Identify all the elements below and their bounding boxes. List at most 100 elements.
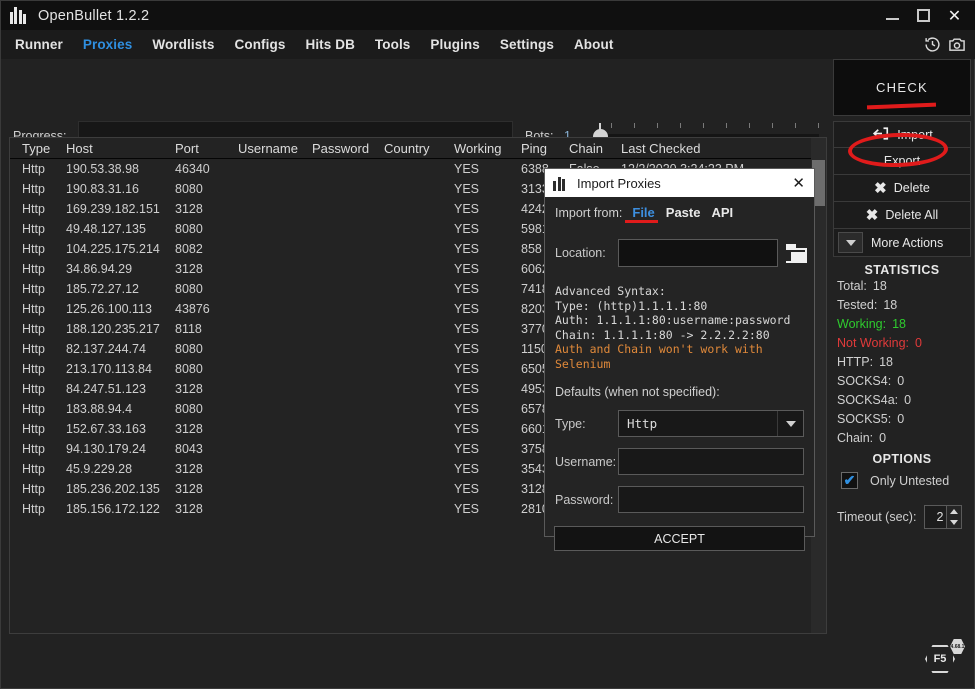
- cell-type: Http: [10, 302, 60, 316]
- stat-value: 0: [897, 374, 904, 388]
- chevron-down-icon[interactable]: [838, 232, 863, 253]
- f5-watermark-logo: F5 4.68.1: [925, 639, 965, 679]
- cell-host: 84.247.51.123: [60, 382, 172, 396]
- dialog-title: Import Proxies: [577, 176, 661, 191]
- delete-all-button[interactable]: ✖ Delete All: [833, 202, 971, 229]
- location-label: Location:: [555, 246, 618, 260]
- cell-working: YES: [451, 442, 518, 456]
- menu-item-about[interactable]: About: [564, 37, 623, 52]
- column-header-ping[interactable]: Ping: [518, 141, 566, 156]
- column-header-password[interactable]: Password: [309, 141, 381, 156]
- cell-host: 185.156.172.122: [60, 502, 172, 516]
- default-username-field: Username:: [545, 448, 814, 475]
- cell-type: Http: [10, 222, 60, 236]
- column-header-host[interactable]: Host: [60, 141, 172, 156]
- column-header-chain[interactable]: Chain: [566, 141, 618, 156]
- dialog-close-button[interactable]: ✕: [792, 176, 805, 191]
- stat-label: HTTP:: [837, 355, 873, 369]
- main-menu-bar: Runner Proxies Wordlists Configs Hits DB…: [1, 30, 975, 59]
- delete-all-button-label: Delete All: [885, 208, 938, 222]
- stat-value: 18: [873, 279, 887, 293]
- menu-item-configs[interactable]: Configs: [225, 37, 296, 52]
- username-label: Username:: [555, 455, 618, 469]
- cell-port: 3128: [172, 482, 235, 496]
- cell-port: 8080: [172, 402, 235, 416]
- cell-port: 46340: [172, 162, 235, 176]
- maximize-button[interactable]: [908, 1, 939, 30]
- watermark-badge-icon: 4.68.1: [950, 639, 965, 654]
- cell-port: 8082: [172, 242, 235, 256]
- cell-host: 169.239.182.151: [60, 202, 172, 216]
- column-header-last-checked[interactable]: Last Checked: [618, 141, 818, 156]
- cell-working: YES: [451, 362, 518, 376]
- stat-label: SOCKS5:: [837, 412, 891, 426]
- import-from-file-option[interactable]: File: [631, 205, 655, 220]
- cross-icon: ✖: [874, 181, 887, 196]
- menu-item-proxies[interactable]: Proxies: [73, 37, 142, 52]
- cell-host: 34.86.94.29: [60, 262, 172, 276]
- cell-working: YES: [451, 262, 518, 276]
- check-button[interactable]: CHECK: [833, 59, 971, 116]
- menu-item-wordlists[interactable]: Wordlists: [142, 37, 224, 52]
- stat-label: Total:: [837, 279, 867, 293]
- menu-item-runner[interactable]: Runner: [5, 37, 73, 52]
- menu-item-tools[interactable]: Tools: [365, 37, 421, 52]
- import-from-paste-option[interactable]: Paste: [665, 205, 702, 220]
- column-header-port[interactable]: Port: [172, 141, 235, 156]
- chevron-down-icon[interactable]: [777, 411, 803, 436]
- cell-port: 3128: [172, 262, 235, 276]
- window-title: OpenBullet 1.2.2: [38, 8, 149, 24]
- stat-socks4: SOCKS4: 0: [833, 372, 971, 391]
- close-button[interactable]: ✕: [939, 1, 970, 30]
- stat-label: Working:: [837, 317, 886, 331]
- history-clock-icon[interactable]: [924, 36, 941, 53]
- menu-item-hits-db[interactable]: Hits DB: [295, 37, 364, 52]
- menu-item-plugins[interactable]: Plugins: [420, 37, 489, 52]
- cell-type: Http: [10, 402, 60, 416]
- location-input[interactable]: [618, 239, 778, 267]
- stat-label: SOCKS4:: [837, 374, 891, 388]
- cell-port: 8080: [172, 182, 235, 196]
- column-header-country[interactable]: Country: [381, 141, 451, 156]
- only-untested-checkbox[interactable]: ✔ Only Untested: [833, 472, 971, 489]
- stat-socks4a: SOCKS4a:0: [833, 391, 971, 410]
- import-button[interactable]: Import: [833, 121, 971, 148]
- accept-button[interactable]: ACCEPT: [554, 526, 805, 551]
- type-label: Type:: [555, 417, 618, 431]
- cell-type: Http: [10, 282, 60, 296]
- more-actions-button[interactable]: More Actions: [833, 229, 971, 257]
- cell-type: Http: [10, 482, 60, 496]
- camera-screenshot-icon[interactable]: [948, 36, 966, 53]
- minimize-button[interactable]: [877, 1, 908, 30]
- cell-host: 82.137.244.74: [60, 342, 172, 356]
- cell-host: 185.72.27.12: [60, 282, 172, 296]
- import-from-api-option[interactable]: API: [710, 205, 734, 220]
- type-combo[interactable]: Http: [618, 410, 804, 437]
- username-input[interactable]: [618, 448, 804, 475]
- menu-item-settings[interactable]: Settings: [490, 37, 564, 52]
- openbullet-logo-icon: [10, 7, 26, 24]
- column-header-username[interactable]: Username: [235, 141, 309, 156]
- stepper-down-icon[interactable]: [950, 520, 958, 525]
- delete-button[interactable]: ✖ Delete: [833, 175, 971, 202]
- close-icon: ✕: [948, 6, 961, 26]
- stepper-up-icon[interactable]: [950, 509, 958, 514]
- timeout-value[interactable]: 2: [925, 510, 946, 524]
- openbullet-window: OpenBullet 1.2.2 ✕ Runner Proxies Wordli…: [0, 0, 975, 689]
- timeout-stepper[interactable]: 2: [924, 505, 962, 529]
- window-controls: ✕: [877, 1, 975, 30]
- column-header-working[interactable]: Working: [451, 141, 518, 156]
- password-input[interactable]: [618, 486, 804, 513]
- watermark-primary-label: F5: [934, 653, 947, 665]
- column-header-type[interactable]: Type: [10, 141, 60, 156]
- folder-open-icon[interactable]: [786, 244, 808, 263]
- export-button[interactable]: Export: [833, 148, 971, 175]
- openbullet-logo-icon: [553, 176, 568, 191]
- maximize-icon: [917, 9, 930, 22]
- cell-working: YES: [451, 422, 518, 436]
- stepper-arrows[interactable]: [946, 506, 961, 528]
- export-button-label: Export: [884, 154, 920, 168]
- cell-port: 8080: [172, 282, 235, 296]
- cell-type: Http: [10, 442, 60, 456]
- cell-working: YES: [451, 482, 518, 496]
